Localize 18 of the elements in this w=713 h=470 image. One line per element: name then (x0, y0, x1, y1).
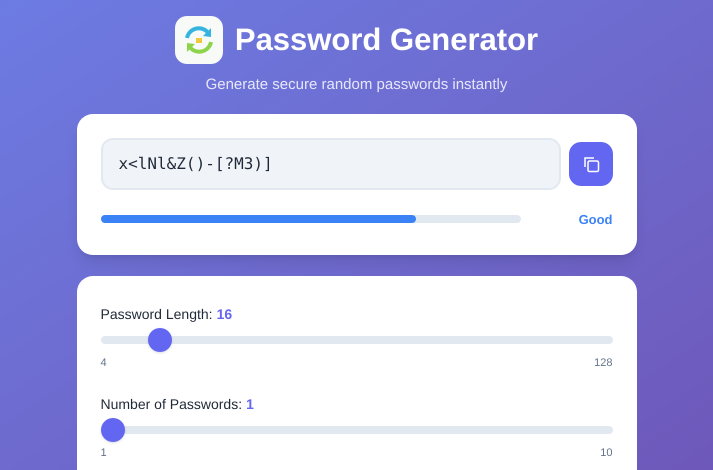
slider-label: Password Length: (100, 305, 213, 324)
password-field[interactable]: x<lNl&Z()-[?M3)] (100, 138, 560, 190)
slider-value: 16 (216, 305, 232, 324)
strength-label: Good (578, 210, 612, 228)
app-subtitle: Generate secure random passwords instantly (206, 75, 508, 95)
slider-track[interactable] (100, 418, 612, 442)
slider-max: 10 (600, 446, 612, 460)
copy-button[interactable] (568, 142, 612, 186)
slider-min: 4 (100, 356, 107, 371)
slider-max: 128 (594, 356, 612, 371)
slider-thumb[interactable] (148, 328, 172, 352)
slider-value: 1 (246, 394, 254, 414)
slider-thumb[interactable] (100, 418, 124, 442)
slider-min: 1 (100, 446, 107, 460)
app-title: Password Generator (234, 20, 538, 59)
slider-track[interactable] (100, 328, 612, 352)
slider-label: Number of Passwords: (100, 394, 242, 414)
copy-icon (582, 154, 600, 172)
